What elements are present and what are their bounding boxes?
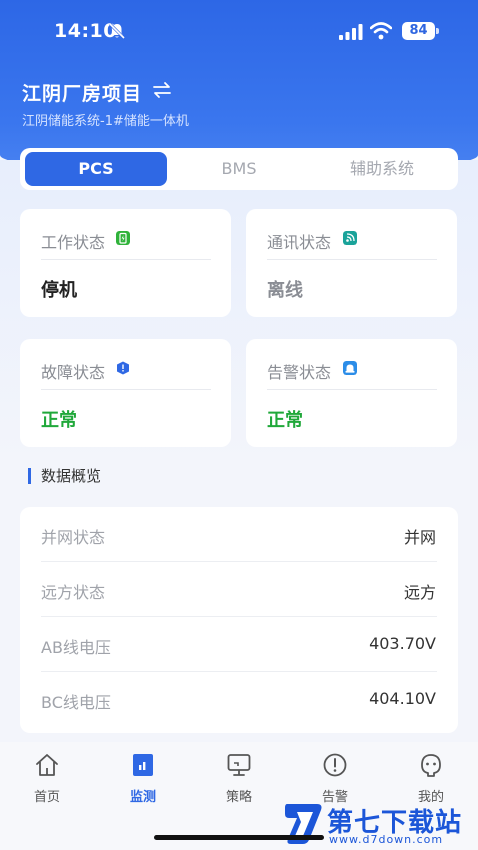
tab-auxiliary[interactable]: 辅助系统 <box>311 152 453 186</box>
nav-label: 首页 <box>33 790 60 805</box>
battery-icon: 84 <box>402 22 435 40</box>
card-comm-status: 通讯状态 离线 <box>246 209 457 317</box>
alarm-icon <box>343 361 357 375</box>
strategy-screen-icon <box>227 754 251 776</box>
monitor-chart-icon <box>133 754 153 776</box>
signal-wave-icon <box>343 231 357 245</box>
row-label: BC线电压 <box>41 693 111 712</box>
nav-item-home[interactable]: 首页 <box>17 752 77 805</box>
project-title[interactable]: 江阴厂房项目 <box>22 79 142 106</box>
list-item: 远方状态 远方 <box>20 562 458 617</box>
battery-charging-icon <box>116 231 130 245</box>
nav-item-monitor[interactable]: 监测 <box>113 752 173 805</box>
signal-icon <box>339 24 363 40</box>
watermark: 第七下载站 www.d7down.com <box>283 800 478 850</box>
tab-pcs[interactable]: PCS <box>25 152 167 186</box>
swap-arrows-icon[interactable] <box>152 81 172 99</box>
watermark-url: www.d7down.com <box>329 833 444 846</box>
nav-label: 策略 <box>225 790 252 805</box>
card-value: 正常 <box>41 410 77 431</box>
list-item: 并网状态 并网 <box>20 507 458 562</box>
home-icon <box>36 754 58 776</box>
tab-bar: PCS BMS 辅助系统 <box>20 148 458 190</box>
tab-bms[interactable]: BMS <box>168 152 310 186</box>
card-value: 离线 <box>267 280 303 301</box>
nav-item-profile[interactable]: 我的 <box>401 752 461 805</box>
row-value: 并网 <box>403 528 436 547</box>
card-value: 停机 <box>41 280 77 301</box>
row-value: 403.70V <box>369 634 436 653</box>
row-value: 远方 <box>403 583 436 602</box>
list-item: AB线电压 403.70V <box>20 617 458 672</box>
card-value: 正常 <box>267 410 303 431</box>
row-label: 并网状态 <box>41 528 106 547</box>
nav-item-strategy[interactable]: 策略 <box>209 752 269 805</box>
card-label: 告警状态 <box>267 363 332 382</box>
card-work-status: 工作状态 停机 <box>20 209 231 317</box>
card-divider <box>267 389 437 390</box>
section-title-overview: 数据概览 <box>28 468 101 484</box>
card-alarm-status: 告警状态 正常 <box>246 339 457 447</box>
bell-slash-icon <box>108 22 126 40</box>
battery-tip <box>436 28 439 34</box>
row-label: 远方状态 <box>41 583 106 602</box>
card-label: 工作状态 <box>41 233 106 252</box>
card-divider <box>267 259 437 260</box>
overview-list: 并网状态 并网 远方状态 远方 AB线电压 403.70V BC线电压 404.… <box>20 507 458 733</box>
nav-label: 监测 <box>129 790 156 805</box>
status-bar: 14:10 84 <box>0 0 478 62</box>
wifi-icon <box>370 22 392 40</box>
list-item: BC线电压 404.10V <box>20 672 458 727</box>
row-label: AB线电压 <box>41 638 111 657</box>
project-subtitle: 江阴储能系统-1#储能一体机 <box>22 114 189 129</box>
card-divider <box>41 389 211 390</box>
row-value: 404.10V <box>369 689 436 708</box>
card-label: 通讯状态 <box>267 233 332 252</box>
shield-alert-icon <box>117 361 129 375</box>
nav-item-alerts[interactable]: 告警 <box>305 752 365 805</box>
card-label: 故障状态 <box>41 363 106 382</box>
home-indicator <box>154 835 324 840</box>
alert-circle-icon <box>323 753 347 777</box>
card-divider <box>41 259 211 260</box>
user-face-icon <box>421 754 441 777</box>
card-fault-status: 故障状态 正常 <box>20 339 231 447</box>
